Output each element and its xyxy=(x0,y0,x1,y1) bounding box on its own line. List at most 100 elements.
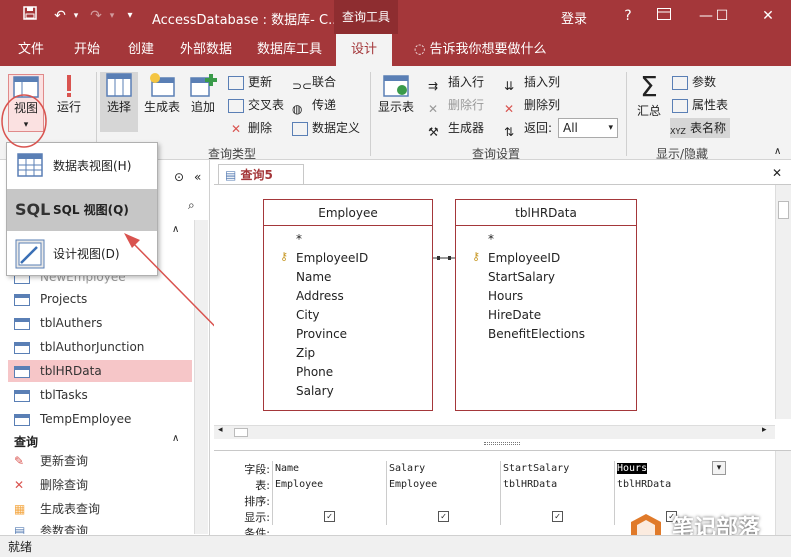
save-icon[interactable] xyxy=(20,6,40,26)
passthrough-button[interactable]: ◍ 传递 xyxy=(292,95,336,116)
field-item[interactable]: Hours xyxy=(488,289,523,303)
insert-row-button[interactable]: ⇉ 插入行 xyxy=(428,72,484,93)
design-view-item[interactable]: 设计视图(D) xyxy=(7,233,157,275)
tab-database-tools[interactable]: 数据库工具 xyxy=(251,34,328,66)
nav-menu-icon[interactable]: ⊙ xyxy=(174,170,184,184)
help-button[interactable]: ? xyxy=(614,4,642,28)
close-button[interactable]: ✕ xyxy=(754,4,782,28)
grid-table-cell[interactable]: tblHRData xyxy=(614,477,728,493)
collapse-queries-icon[interactable]: ∧ xyxy=(172,433,179,444)
nav-table-item[interactable]: Projects xyxy=(14,288,87,310)
join-line[interactable] xyxy=(433,255,455,261)
append-button[interactable]: 追加 xyxy=(186,72,220,132)
nav-table-item[interactable]: tblTasks xyxy=(14,384,88,406)
grid-field-cell-active[interactable]: Hours xyxy=(614,461,728,477)
show-checkbox[interactable]: ✓ xyxy=(552,511,563,522)
grid-table-cell[interactable]: tblHRData xyxy=(500,477,614,493)
query-design-canvas[interactable]: Employee * EmployeeID ⚷ Name Address Cit… xyxy=(214,184,791,439)
insert-column-button[interactable]: ⇊ 插入列 xyxy=(504,72,560,93)
tab-external-data[interactable]: 外部数据 xyxy=(174,34,238,66)
nav-table-item[interactable]: tblAuthers xyxy=(14,312,102,334)
customize-toolbar-icon[interactable]: ▾ xyxy=(120,6,140,26)
pane-splitter[interactable] xyxy=(484,442,520,445)
sql-view-item[interactable]: SQL SQL 视图(Q) xyxy=(7,189,157,231)
delete-row-button[interactable]: ✕ 删除行 xyxy=(428,95,484,116)
tab-query5[interactable]: ▤ 查询5 xyxy=(218,164,304,184)
field-item[interactable]: Phone xyxy=(296,365,333,379)
builder-button[interactable]: ⚒ 生成器 xyxy=(428,118,484,139)
view-button[interactable]: 视图 ▾ xyxy=(8,74,44,132)
search-icon[interactable]: ⌕ xyxy=(188,198,195,213)
undo-dropdown-icon[interactable]: ▾ xyxy=(66,6,86,26)
scroll-right-icon[interactable]: ▸ xyxy=(762,425,767,435)
tab-design[interactable]: 设计 xyxy=(336,34,392,66)
chevron-down-icon[interactable]: ▾ xyxy=(712,461,726,475)
field-item[interactable]: Salary xyxy=(296,384,334,398)
update-button[interactable]: 更新 xyxy=(228,72,272,92)
delete-column-button[interactable]: ✕ 删除列 xyxy=(504,95,560,116)
field-item-key[interactable]: EmployeeID xyxy=(488,251,560,265)
ribbon-options-icon[interactable] xyxy=(650,4,678,28)
totals-button[interactable]: Σ 汇总 xyxy=(632,72,666,132)
data-definition-button[interactable]: 数据定义 xyxy=(292,118,360,138)
canvas-vertical-scrollbar[interactable] xyxy=(775,185,791,419)
field-item[interactable]: * xyxy=(488,232,494,246)
tell-me-box[interactable]: ◌ 告诉我你想要做什么 xyxy=(408,34,553,66)
nav-scrollbar[interactable] xyxy=(194,220,208,534)
nav-table-item[interactable]: TempEmployee xyxy=(14,408,131,430)
grid-sort-cell[interactable] xyxy=(500,493,614,509)
grid-field-cell[interactable]: StartSalary xyxy=(500,461,614,477)
field-item[interactable]: Address xyxy=(296,289,344,303)
nav-table-item[interactable]: tblAuthorJunction xyxy=(14,336,144,358)
crosstab-button[interactable]: 交叉表 xyxy=(228,95,284,115)
return-select[interactable]: All ▾ xyxy=(558,118,618,138)
nav-query-item[interactable]: ▦ 生成表查询 xyxy=(14,498,100,520)
nav-table-item-selected[interactable]: tblHRData xyxy=(8,360,192,382)
field-item[interactable]: Province xyxy=(296,327,347,341)
grid-table-cell[interactable]: Employee xyxy=(272,477,386,493)
collapse-ribbon-icon[interactable]: ∧ xyxy=(774,146,781,157)
scroll-left-icon[interactable]: ◂ xyxy=(218,425,223,435)
run-button[interactable]: 运行 xyxy=(52,74,86,132)
grid-sort-cell[interactable] xyxy=(386,493,500,509)
field-item[interactable]: Name xyxy=(296,270,331,284)
show-checkbox[interactable]: ✓ xyxy=(438,511,449,522)
show-checkbox[interactable]: ✓ xyxy=(324,511,335,522)
delete-query-button[interactable]: ✕ 删除 xyxy=(228,118,272,138)
grid-sort-cell[interactable] xyxy=(614,493,728,509)
parameters-button[interactable]: 参数 xyxy=(672,72,716,92)
collapse-tables-icon[interactable]: ∧ xyxy=(172,224,179,235)
field-item[interactable]: HireDate xyxy=(488,308,541,322)
redo-dropdown-icon[interactable]: ▾ xyxy=(102,6,122,26)
login-link[interactable]: 登录 xyxy=(561,8,587,27)
field-item[interactable]: Zip xyxy=(296,346,315,360)
nav-queries-header[interactable]: 查询 xyxy=(14,433,38,450)
maximize-button[interactable]: ☐ xyxy=(708,4,736,28)
field-item[interactable]: City xyxy=(296,308,320,322)
close-document-icon[interactable]: ✕ xyxy=(772,166,782,180)
scroll-thumb[interactable] xyxy=(234,428,248,437)
show-table-button[interactable]: 显示表 xyxy=(374,72,418,132)
union-button[interactable]: ⊃⊂联合 xyxy=(292,72,336,93)
tblhrdata-table-box[interactable]: tblHRData * EmployeeID ⚷ StartSalary Hou… xyxy=(455,199,637,411)
property-sheet-button[interactable]: 属性表 xyxy=(672,95,728,115)
scroll-thumb[interactable] xyxy=(778,201,789,219)
employee-table-box[interactable]: Employee * EmployeeID ⚷ Name Address Cit… xyxy=(263,199,433,411)
tab-home[interactable]: 开始 xyxy=(68,34,106,66)
table-names-button[interactable]: XYZ 表名称 xyxy=(670,118,731,138)
grid-field-cell[interactable]: Name xyxy=(272,461,386,477)
field-item-key[interactable]: EmployeeID xyxy=(296,251,368,265)
nav-query-item[interactable]: ✕ 删除查询 xyxy=(14,474,88,496)
tab-file[interactable]: 文件 xyxy=(12,34,50,66)
nav-query-item[interactable]: ▤ 参数查询 xyxy=(14,520,88,534)
nav-query-item[interactable]: ✎ 更新查询 xyxy=(14,450,88,472)
canvas-horizontal-scrollbar[interactable]: ◂ ▸ xyxy=(214,425,775,439)
grid-table-cell[interactable]: Employee xyxy=(386,477,500,493)
tab-create[interactable]: 创建 xyxy=(122,34,160,66)
field-item[interactable]: StartSalary xyxy=(488,270,555,284)
field-item[interactable]: * xyxy=(296,232,302,246)
select-query-button[interactable]: 选择 xyxy=(100,72,138,132)
field-item[interactable]: BenefitElections xyxy=(488,327,585,341)
make-table-button[interactable]: 生成表 xyxy=(142,72,182,132)
grid-sort-cell[interactable] xyxy=(272,493,386,509)
